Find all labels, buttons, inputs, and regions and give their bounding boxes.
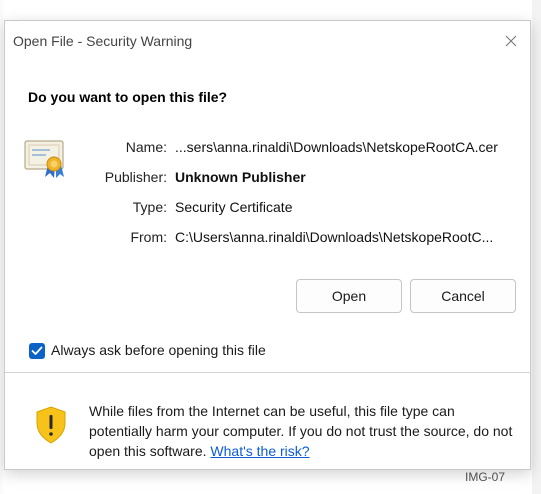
checkmark-icon <box>31 346 43 355</box>
field-value-publisher: Unknown Publisher <box>175 169 306 185</box>
field-label-publisher: Publisher: <box>104 169 167 185</box>
close-icon <box>505 35 517 47</box>
field-row-name: Name: ...sers\anna.rinaldi\Downloads\Net… <box>5 137 530 157</box>
field-label-from: From: <box>130 229 167 245</box>
close-button[interactable] <box>498 29 524 53</box>
warning-message: While files from the Internet can be use… <box>89 401 519 461</box>
whats-the-risk-link[interactable]: What's the risk? <box>210 443 309 459</box>
section-divider <box>5 372 530 373</box>
field-row-from: From: C:\Users\anna.rinaldi\Downloads\Ne… <box>5 227 530 247</box>
background-right-edge <box>532 0 541 494</box>
field-value-type: Security Certificate <box>175 199 293 215</box>
background-left-edge <box>0 0 3 494</box>
window-title: Open File - Security Warning <box>13 33 193 49</box>
background-file-label: IMG-07 <box>465 470 506 484</box>
open-button[interactable]: Open <box>296 279 402 313</box>
field-label-type: Type: <box>132 199 167 215</box>
cancel-button[interactable]: Cancel <box>410 279 516 313</box>
field-row-publisher: Publisher: Unknown Publisher <box>5 167 530 187</box>
always-ask-label[interactable]: Always ask before opening this file <box>51 342 266 358</box>
security-warning-dialog: Open File - Security Warning Do you want… <box>4 20 531 470</box>
title-bar[interactable]: Open File - Security Warning <box>5 21 530 61</box>
field-value-name: ...sers\anna.rinaldi\Downloads\NetskopeR… <box>175 139 498 155</box>
always-ask-checkbox[interactable] <box>29 343 45 359</box>
dialog-heading: Do you want to open this file? <box>28 89 228 105</box>
shield-warning-icon <box>36 406 66 444</box>
field-value-from: C:\Users\anna.rinaldi\Downloads\Netskope… <box>175 229 494 245</box>
field-label-name: Name: <box>125 139 167 155</box>
field-row-type: Type: Security Certificate <box>5 197 530 217</box>
